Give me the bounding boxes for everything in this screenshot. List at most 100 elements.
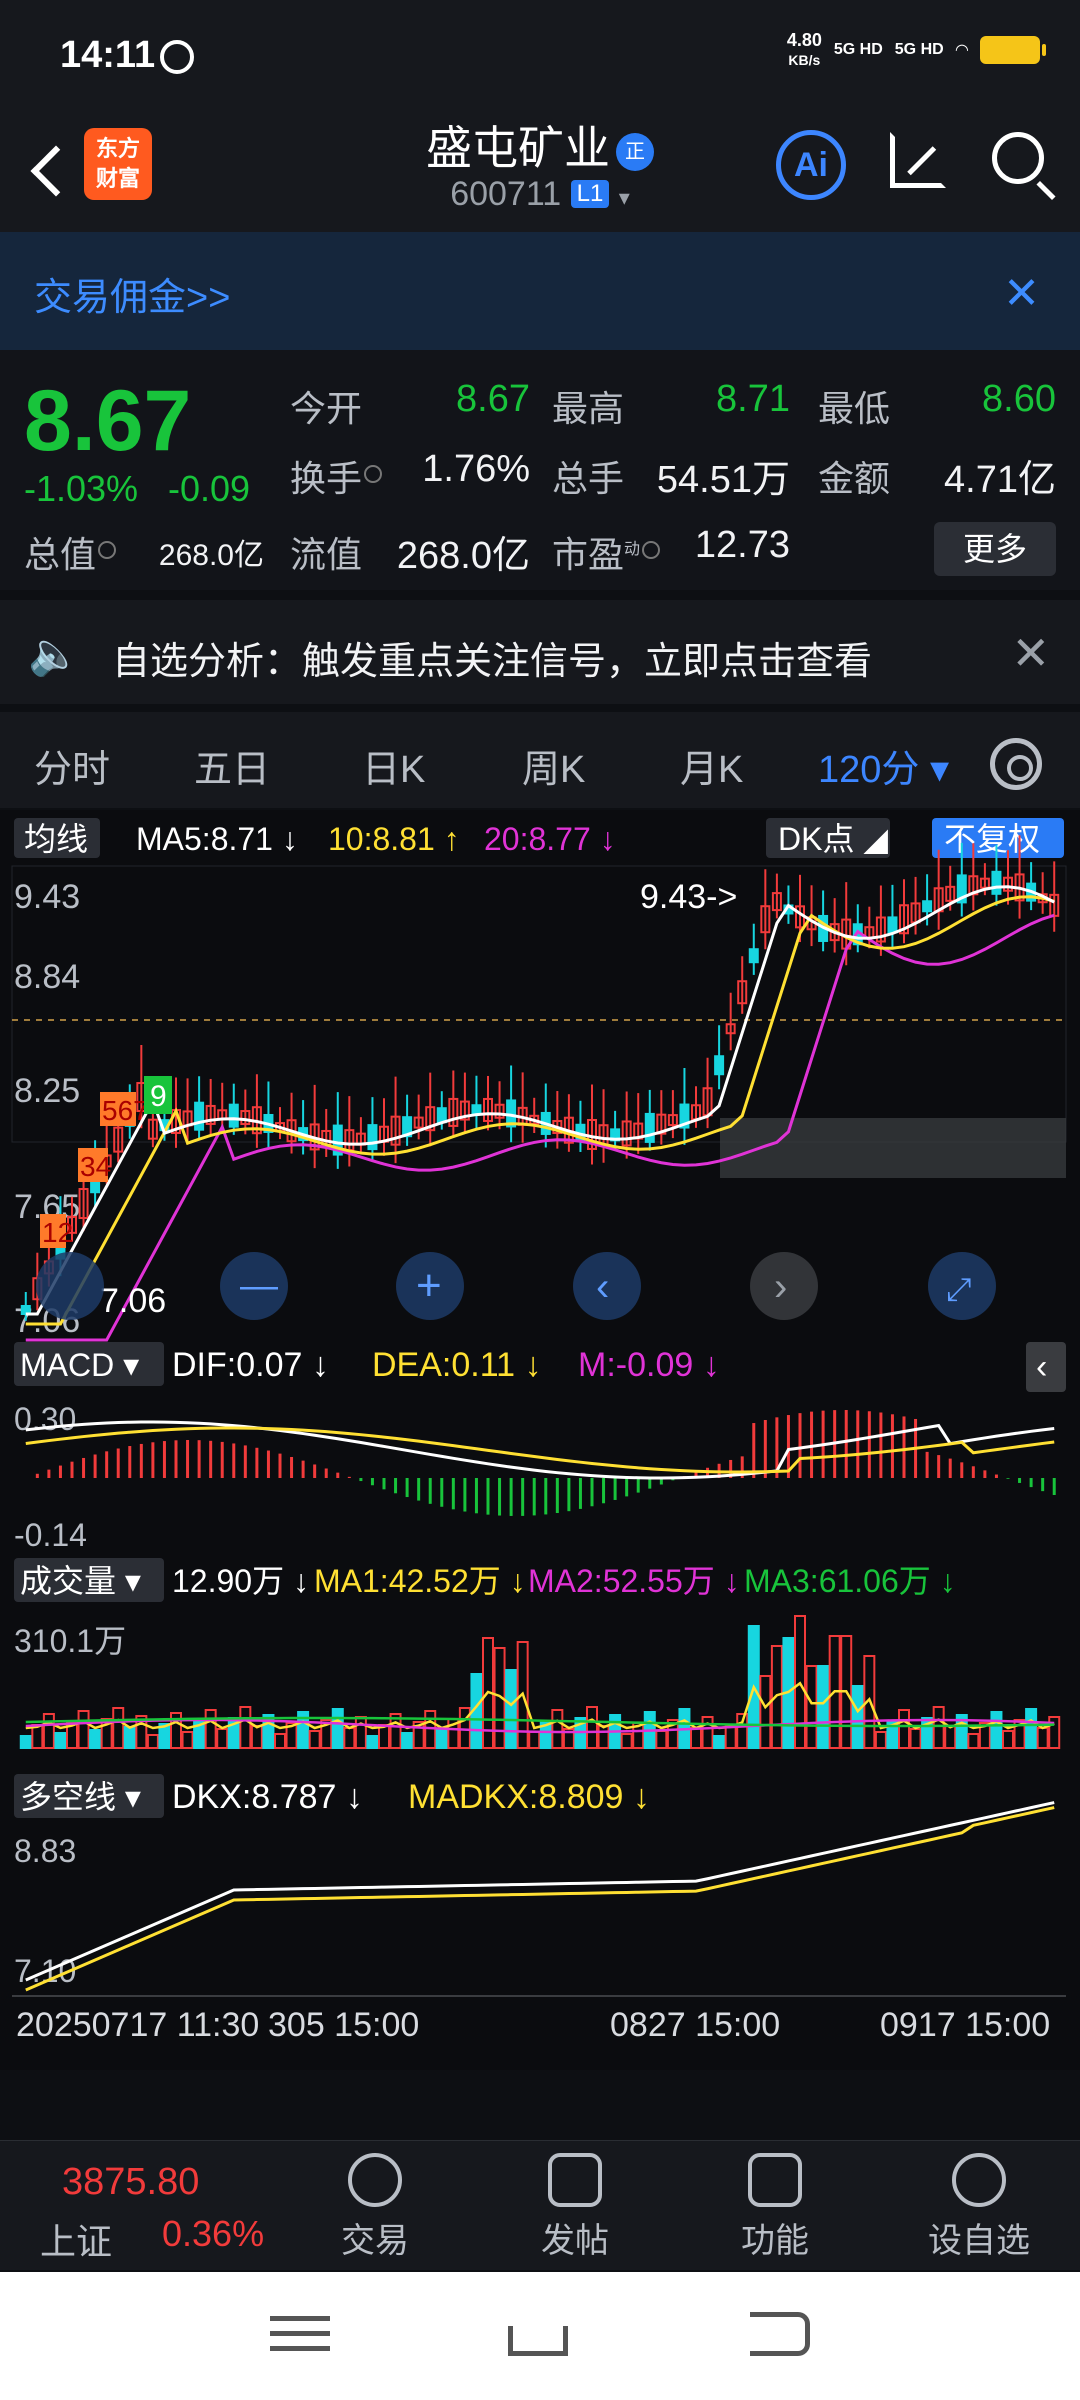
volume-bar	[435, 1729, 448, 1749]
chart-controls[interactable]: — + ‹ › ⤢	[36, 1252, 996, 1320]
tab-daily-k[interactable]: 日K	[362, 738, 425, 793]
candle	[205, 1078, 216, 1137]
candle	[1049, 861, 1060, 932]
candle	[263, 1081, 274, 1149]
candle	[1037, 872, 1048, 914]
index-name[interactable]: 上证	[40, 2213, 112, 2265]
share-icon[interactable]	[890, 132, 946, 188]
index-change[interactable]: 0.36%	[162, 2213, 264, 2255]
title-bar: 东方 财富 盛屯矿业正 600711 L1 ▾ Ai	[0, 110, 1080, 232]
status-bar: 14:11 4.80 KB/s 5G HD 5G HD ◠	[0, 0, 1080, 110]
low-annotation: 7.06	[100, 1282, 166, 1320]
time-tick-2: 0827 15:00	[610, 2006, 780, 2044]
candle	[275, 1107, 285, 1140]
ma-tag[interactable]: 均线	[24, 821, 88, 857]
volume-tag[interactable]: 成交量 ▾	[20, 1563, 141, 1599]
candle	[610, 1110, 621, 1150]
volume-bar	[401, 1732, 414, 1749]
candle	[483, 1075, 493, 1131]
dkx-axis-top: 8.83	[14, 1833, 76, 1869]
amount-label: 金额	[818, 458, 891, 499]
candle	[425, 1072, 436, 1147]
macd-dif: DIF:0.07 ↓	[172, 1346, 329, 1384]
close-icon[interactable]: ✕	[1003, 268, 1040, 319]
analysis-alert[interactable]: 🔈 自选分析：触发重点关注信号，立即点击查看 ✕	[0, 600, 1080, 704]
candle	[321, 1108, 332, 1157]
wifi-icon: ◠	[955, 42, 968, 59]
chart-left-control[interactable]	[36, 1252, 104, 1320]
tab-monthly-k[interactable]: 月K	[680, 738, 743, 793]
macd-axis-top: 0.30	[14, 1401, 76, 1437]
candle	[506, 1065, 517, 1143]
status-time: 14:11	[60, 34, 156, 76]
promo-link[interactable]: 交易佣金>>	[34, 266, 230, 321]
search-icon[interactable]	[992, 132, 1044, 184]
tab-intraday[interactable]: 分时	[34, 738, 110, 793]
candle	[309, 1084, 320, 1169]
chart-svg[interactable]: 均线 MA5:8.71 ↓ 10:8.81 ↑ 20:8.77 ↓ DK点 ◢ …	[0, 810, 1080, 2070]
candle	[459, 1072, 470, 1134]
candle	[656, 1090, 667, 1145]
tab-weekly-k[interactable]: 周K	[522, 738, 585, 793]
candle	[379, 1098, 389, 1156]
volume-bar	[1025, 1708, 1038, 1749]
no-adjust-button[interactable]: 不复权	[944, 821, 1040, 857]
candle	[1026, 862, 1037, 911]
open-value: 8.67	[456, 378, 530, 420]
candle	[887, 884, 898, 949]
dkx-tag[interactable]: 多空线 ▾	[20, 1779, 141, 1815]
volume-bar	[19, 1735, 32, 1749]
volume-bar	[331, 1708, 344, 1749]
index-value[interactable]: 3875.80	[62, 2161, 199, 2204]
volume-bar	[42, 1713, 55, 1749]
battery-icon	[980, 36, 1046, 64]
nav-add-watchlist[interactable]: 设自选	[914, 2153, 1044, 2262]
svg-text:—: —	[240, 1265, 278, 1307]
dea-line	[25, 1426, 1055, 1474]
more-dots-icon	[952, 2153, 1006, 2207]
high-annotation: 9.43->	[640, 878, 737, 916]
candle	[575, 1100, 586, 1152]
ai-assistant-button[interactable]: Ai	[776, 130, 846, 200]
close-icon[interactable]: ✕	[1011, 626, 1050, 680]
candle	[355, 1117, 366, 1153]
gear-icon[interactable]	[990, 738, 1042, 790]
volume-bar	[146, 1734, 159, 1749]
volume-bar	[805, 1665, 818, 1749]
macd-histogram	[35, 1410, 1056, 1516]
menu-icon[interactable]	[270, 2312, 330, 2356]
tab-five-day[interactable]: 五日	[194, 738, 270, 793]
promo-banner[interactable]: 交易佣金>> ✕	[0, 232, 1080, 350]
candle	[679, 1068, 690, 1145]
level-badge: L1	[570, 180, 610, 208]
kline-chart[interactable]: 均线 MA5:8.71 ↓ 10:8.81 ↑ 20:8.77 ↓ DK点 ◢ …	[0, 810, 1080, 2070]
dkx-value: DKX:8.787 ↓	[172, 1778, 363, 1816]
home-icon[interactable]	[508, 2326, 568, 2356]
turnover-label: 换手	[290, 450, 383, 502]
candle	[644, 1089, 655, 1151]
speaker-icon: 🔈	[28, 630, 81, 677]
dk-point-button[interactable]: DK点 ◢	[778, 821, 888, 857]
dkx-line	[25, 1801, 1055, 1982]
alert-text[interactable]: 自选分析：触发重点关注信号，立即点击查看	[112, 630, 872, 685]
volume-bar	[932, 1706, 945, 1749]
time-tick-3: 0917 15:00	[880, 2006, 1050, 2044]
svg-text:‹: ‹	[596, 1265, 609, 1309]
nav-functions[interactable]: 功能	[710, 2153, 840, 2262]
candle	[228, 1083, 239, 1135]
ma10-label: 10:8.81 ↑	[328, 821, 460, 857]
edit-icon	[548, 2153, 602, 2207]
volume-bar	[204, 1709, 217, 1749]
nav-post[interactable]: 发帖	[510, 2153, 640, 2262]
nav-trade[interactable]: 交易	[310, 2153, 440, 2262]
tab-120min[interactable]: 120分 ▾	[818, 738, 949, 793]
grid-icon	[748, 2153, 802, 2207]
back-nav-icon[interactable]	[750, 2312, 810, 2356]
candle	[587, 1084, 597, 1165]
more-button[interactable]: 更多	[934, 522, 1056, 576]
macd-tag[interactable]: MACD ▾	[20, 1347, 139, 1383]
volume-bar	[759, 1675, 772, 1749]
price-tick-2: 8.84	[14, 958, 80, 996]
volume-bar	[343, 1727, 356, 1749]
high-label: 最高	[552, 388, 625, 429]
